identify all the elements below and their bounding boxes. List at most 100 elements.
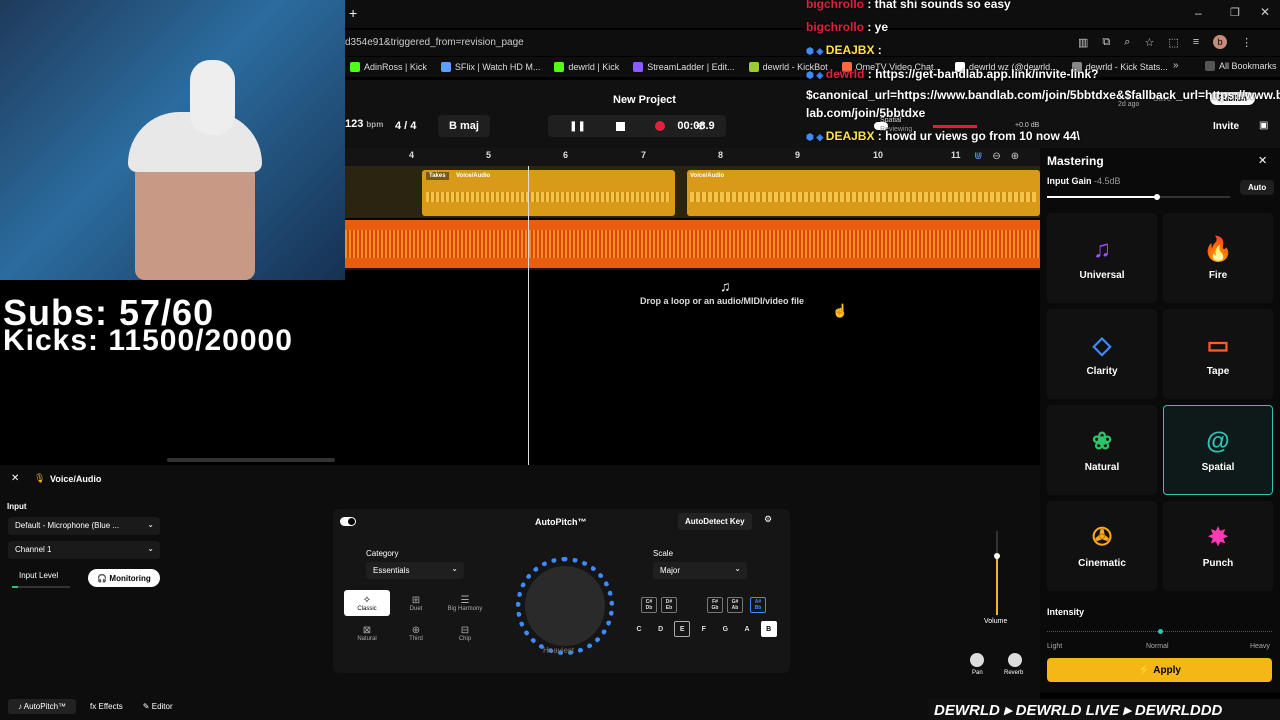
mode-third[interactable]: ⊕ Third <box>393 620 439 646</box>
autopitch-title: AutoPitch™ <box>535 517 587 527</box>
preset-spatial[interactable]: @ Spatial <box>1163 405 1273 495</box>
key-g[interactable]: G <box>717 621 733 637</box>
star-icon[interactable]: ☆ <box>1144 36 1154 49</box>
menu-icon[interactable]: ⋮ <box>1241 36 1252 49</box>
mode-big-harmony[interactable]: ☰ Big Harmony <box>442 590 488 616</box>
arrangement-area[interactable]: ♫ Drop a loop or an audio/MIDI/video fil… <box>165 270 1040 465</box>
tempo-display[interactable]: 123 bpm <box>345 118 383 130</box>
volume-thumb[interactable] <box>994 553 1000 560</box>
bookmark-item[interactable]: StreamLadder | Edit... <box>633 62 735 72</box>
notifications-icon[interactable]: ▣ <box>1259 120 1268 131</box>
key-d-sharp[interactable]: D# Eb <box>661 597 677 613</box>
settings-icon[interactable]: ⚙ <box>764 514 772 525</box>
bookmark-item[interactable]: dewrld | Kick <box>554 62 619 72</box>
install-icon[interactable]: ⧉ <box>1102 36 1110 49</box>
mode-duet[interactable]: ⊞ Duet <box>393 590 439 616</box>
zoom-out-icon[interactable]: ⊖ <box>992 151 1000 162</box>
master-volume-meter[interactable] <box>933 125 977 128</box>
key-b[interactable]: B <box>760 621 777 637</box>
project-title[interactable]: New Project <box>613 94 676 106</box>
media-icon[interactable]: ≡ <box>1193 36 1199 48</box>
input-device-select[interactable]: Default - Microphone (Blue ... ⌄ <box>8 517 160 535</box>
tab-editor[interactable]: ✎ Editor <box>137 699 179 714</box>
volume-fader[interactable] <box>994 531 1000 615</box>
key-c-sharp[interactable]: C# Db <box>641 597 657 613</box>
audio-clip[interactable] <box>345 220 1040 268</box>
invite-button[interactable]: Invite <box>1200 115 1252 137</box>
heaviness-knob-ring[interactable] <box>516 557 614 655</box>
close-mastering-button[interactable]: ✕ <box>1258 154 1267 167</box>
stop-icon[interactable] <box>616 121 626 131</box>
intensity-thumb[interactable] <box>1158 629 1163 634</box>
input-gain-thumb[interactable] <box>1153 194 1160 200</box>
mode-natural[interactable]: ⊠ Natural <box>344 620 390 646</box>
zoom-icon[interactable]: ⌕ <box>1124 36 1130 49</box>
restore-button[interactable]: ❐ <box>1230 6 1240 19</box>
auto-gain-button[interactable]: Auto <box>1240 180 1275 195</box>
tab-autopitch[interactable]: ♪ AutoPitch™ <box>8 699 77 714</box>
mode-chip[interactable]: ⊟ Chip <box>442 620 488 646</box>
extensions-icon[interactable]: ⬚ <box>1168 36 1178 49</box>
audio-clip[interactable]: Takes Voice/Audio <box>422 170 675 216</box>
reverb-label: Reverb <box>1004 670 1024 676</box>
pan-knob[interactable] <box>970 653 984 667</box>
preset-clarity[interactable]: ◇ Clarity <box>1047 309 1157 399</box>
chat-text: howd ur views go from 10 now 44\ <box>885 129 1080 143</box>
category-select[interactable]: Essentials ⌄ <box>366 562 464 579</box>
profile-avatar[interactable]: b <box>1213 35 1228 49</box>
bookmark-item[interactable]: SFlix | Watch HD M... <box>440 62 540 72</box>
key-a-sharp[interactable]: A# Bb <box>750 597 766 613</box>
reverb-knob[interactable] <box>1008 653 1022 667</box>
channel-select[interactable]: Channel 1 ⌄ <box>8 541 160 559</box>
scale-select[interactable]: Major ⌄ <box>653 562 747 579</box>
timeline-ruler[interactable]: 4 5 6 7 8 9 10 11 <box>345 148 1040 166</box>
time-signature[interactable]: 4 / 4 <box>395 120 416 132</box>
key-d[interactable]: D <box>653 621 669 637</box>
chat-message: ⬢ ◈ DEAJBX : <box>806 43 882 57</box>
pause-icon[interactable]: ❚❚ <box>569 121 586 132</box>
headphones-icon: 🎧 <box>97 573 110 583</box>
intensity-slider[interactable] <box>1047 629 1272 634</box>
apply-button[interactable]: ⚡ Apply <box>1047 658 1272 682</box>
playhead[interactable] <box>528 166 529 465</box>
key-f-sharp[interactable]: F# Gb <box>707 597 723 613</box>
takes-badge[interactable]: Takes <box>426 172 449 180</box>
record-icon[interactable] <box>655 121 666 131</box>
preset-tape[interactable]: ▭ Tape <box>1163 309 1273 399</box>
key-button[interactable]: B maj <box>438 115 490 137</box>
zoom-in-icon[interactable]: ⊕ <box>1011 151 1019 162</box>
key-f[interactable]: F <box>696 621 712 637</box>
tab-effects[interactable]: fx Effects <box>84 699 129 714</box>
heaviness-knob[interactable] <box>525 566 605 646</box>
mastering-title: Mastering <box>1047 154 1104 168</box>
new-tab-button[interactable]: + <box>349 5 357 21</box>
key-e[interactable]: E <box>674 621 691 637</box>
all-bookmarks-button[interactable]: All Bookmarks <box>1205 61 1277 71</box>
kicks-counter: Kicks: 11500/20000 <box>3 324 293 357</box>
preset-punch[interactable]: ✸ Punch <box>1163 501 1273 591</box>
snap-icon[interactable]: ⋓ <box>974 151 982 162</box>
key-c[interactable]: C <box>631 621 647 637</box>
key-a[interactable]: A <box>739 621 755 637</box>
horizontal-scrollbar[interactable] <box>167 458 335 462</box>
preset-universal[interactable]: ♫ Universal <box>1047 213 1157 303</box>
audio-clip[interactable]: Voice/Audio <box>687 170 1040 216</box>
bookmark-item[interactable]: AdinRoss | Kick <box>350 62 427 72</box>
preset-cinematic[interactable]: ✇ Cinematic <box>1047 501 1157 591</box>
spatial-badge: Spatial <box>880 117 902 124</box>
minimize-button[interactable]: – <box>1195 6 1202 20</box>
mode-classic[interactable]: ✧ Classic <box>344 590 390 616</box>
autopitch-toggle[interactable] <box>340 517 356 526</box>
category-label: Category <box>366 549 399 558</box>
more-bookmarks-icon[interactable]: » <box>1173 60 1179 71</box>
key-g-sharp[interactable]: G# Ab <box>727 597 743 613</box>
autodetect-key-button[interactable]: AutoDetect Key <box>678 513 752 530</box>
monitoring-button[interactable]: 🎧 Monitoring <box>88 569 160 587</box>
close-panel-button[interactable]: ✕ <box>11 473 19 484</box>
preset-natural[interactable]: ❀ Natural <box>1047 405 1157 495</box>
input-gain-slider[interactable] <box>1047 194 1230 200</box>
close-window-button[interactable]: ✕ <box>1260 5 1270 19</box>
preset-fire[interactable]: 🔥 Fire <box>1163 213 1273 303</box>
reader-icon[interactable]: ▥ <box>1078 36 1088 49</box>
input-label: Input <box>7 502 27 511</box>
